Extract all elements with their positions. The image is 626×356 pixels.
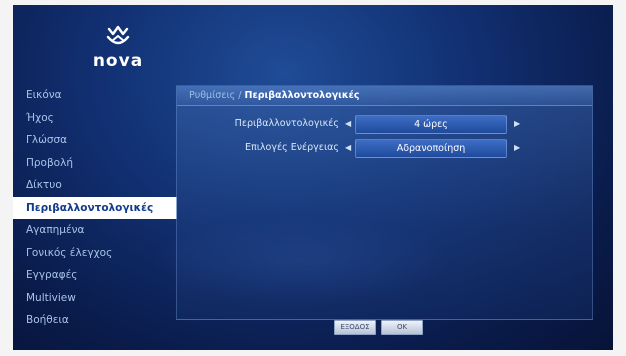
tv-screen: nova Εικόνα Ήχος Γλώσσα Προβολή Δίκτυο Π…	[13, 5, 613, 350]
sidebar-item-recordings[interactable]: Εγγραφές	[13, 264, 173, 287]
exit-button[interactable]: ΕΞΟΔΟΣ	[334, 320, 376, 335]
logo-text: nova	[92, 51, 144, 71]
setting-value-selector[interactable]: 4 ώρες	[355, 115, 507, 134]
arrow-left-icon[interactable]: ◀	[345, 114, 351, 134]
setting-value-selector[interactable]: Αδρανοποίηση	[355, 139, 507, 158]
sidebar-item-display[interactable]: Προβολή	[13, 152, 173, 175]
arrow-right-icon[interactable]: ▶	[514, 114, 520, 134]
setting-label: Επιλογές Ενέργειας	[244, 142, 339, 153]
nova-crown-icon	[106, 25, 130, 45]
sidebar-item-multiview[interactable]: Multiview	[13, 287, 173, 310]
setting-row-environmental[interactable]: Περιβαλλοντολογικές ◀ 4 ώρες ▶	[177, 114, 592, 134]
sidebar-item-favorites[interactable]: Αγαπημένα	[13, 219, 173, 242]
arrow-left-icon[interactable]: ◀	[345, 138, 351, 158]
sidebar-item-network[interactable]: Δίκτυο	[13, 174, 173, 197]
ok-button[interactable]: OK	[381, 320, 423, 335]
breadcrumb: Ρυθμίσεις / Περιβαλλοντολογικές	[177, 86, 592, 106]
arrow-right-icon[interactable]: ▶	[514, 138, 520, 158]
breadcrumb-separator: /	[235, 90, 245, 101]
breadcrumb-current: Περιβαλλοντολογικές	[244, 90, 360, 101]
breadcrumb-parent[interactable]: Ρυθμίσεις	[189, 90, 235, 101]
sidebar-item-help[interactable]: Βοήθεια	[13, 309, 173, 332]
sidebar-item-parental-control[interactable]: Γονικός έλεγχος	[13, 242, 173, 265]
sidebar-item-environmental[interactable]: Περιβαλλοντολογικές	[13, 196, 177, 219]
setting-row-power-options[interactable]: Επιλογές Ενέργειας ◀ Αδρανοποίηση ▶	[177, 138, 592, 158]
sidebar-item-sound[interactable]: Ήχος	[13, 107, 173, 130]
settings-menu: Εικόνα Ήχος Γλώσσα Προβολή Δίκτυο Περιβα…	[13, 84, 177, 332]
setting-label: Περιβαλλοντολογικές	[234, 118, 339, 129]
sidebar-item-picture[interactable]: Εικόνα	[13, 84, 173, 107]
sidebar-item-language[interactable]: Γλώσσα	[13, 129, 173, 152]
nova-logo: nova	[88, 25, 148, 85]
settings-panel: Ρυθμίσεις / Περιβαλλοντολογικές Περιβαλλ…	[176, 85, 593, 320]
